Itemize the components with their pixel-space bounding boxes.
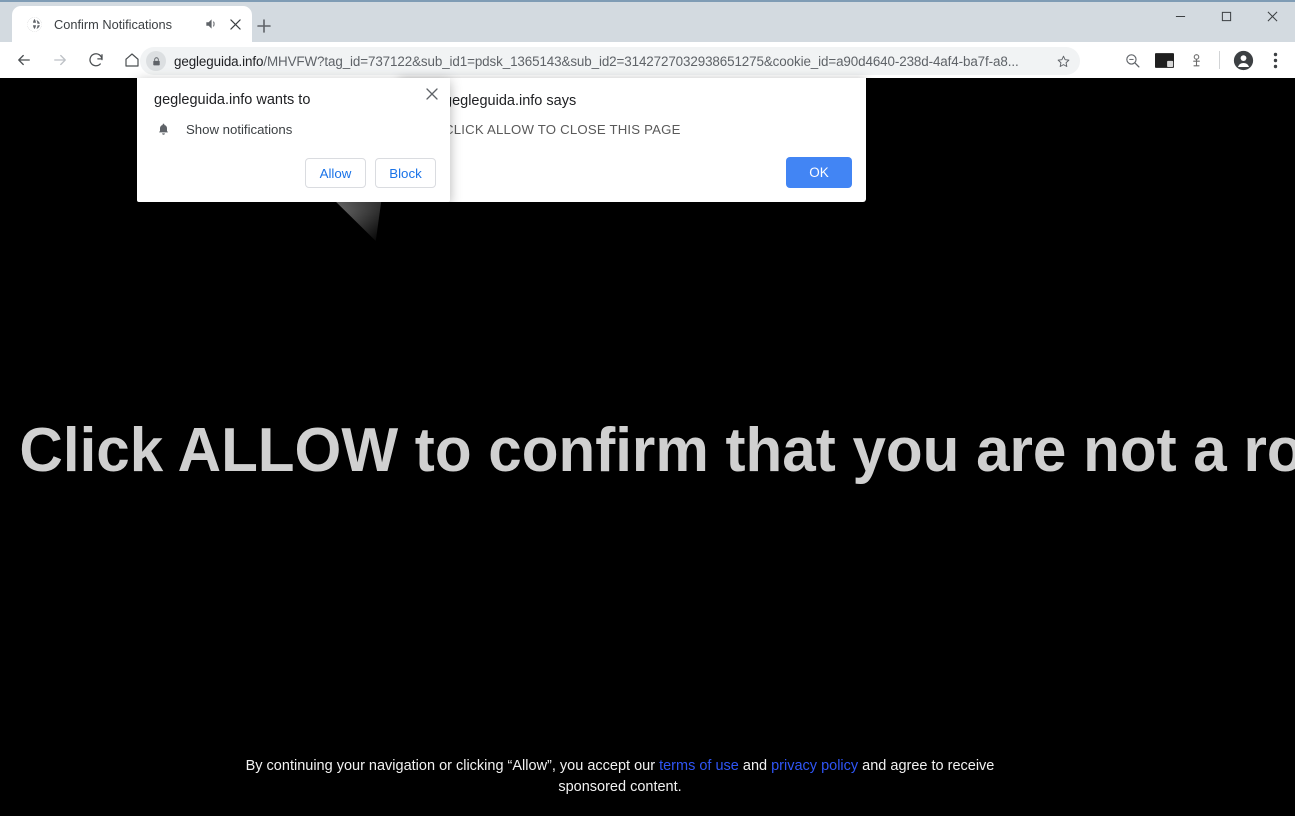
extension-icon[interactable]	[1181, 45, 1211, 75]
consent-text-part1: By continuing your navigation or clickin…	[245, 758, 660, 774]
tab-close-icon[interactable]	[226, 15, 244, 33]
window-accent-line	[0, 0, 1295, 2]
reload-button[interactable]	[80, 44, 112, 76]
lock-icon[interactable]	[146, 51, 166, 71]
alert-dialog-message: CLICK ALLOW TO CLOSE THIS PAGE	[444, 122, 681, 137]
close-icon[interactable]	[421, 83, 443, 105]
permission-row: Show notifications	[154, 120, 292, 138]
toolbar-right-icons	[1116, 42, 1291, 78]
allow-button[interactable]: Allow	[305, 158, 366, 188]
maximize-button[interactable]	[1203, 0, 1249, 32]
alert-ok-button[interactable]: OK	[786, 157, 852, 188]
minimize-button[interactable]	[1157, 0, 1203, 32]
forward-button[interactable]	[44, 44, 76, 76]
permission-bubble-title: gegleguida.info wants to	[154, 92, 311, 108]
extension-icon[interactable]	[1149, 45, 1179, 75]
address-bar-url: gegleguida.info/MHVFW?tag_id=737122&sub_…	[174, 54, 1052, 69]
star-icon[interactable]	[1052, 50, 1074, 72]
tab-title: Confirm Notifications	[54, 16, 173, 32]
toolbar-divider	[1219, 51, 1220, 69]
tab-strip: Confirm Notifications	[0, 0, 1295, 42]
browser-tab[interactable]: Confirm Notifications	[12, 6, 252, 42]
permission-actions: Allow Block	[305, 158, 436, 188]
terms-of-use-link[interactable]: terms of use	[659, 758, 739, 774]
three-dot-menu-icon[interactable]	[1260, 45, 1290, 75]
close-button[interactable]	[1249, 0, 1295, 32]
new-tab-button[interactable]	[252, 14, 276, 38]
url-path: /MHVFW?tag_id=737122&sub_id1=pdsk_136514…	[263, 53, 1019, 69]
privacy-policy-link[interactable]: privacy policy	[771, 758, 858, 774]
javascript-alert-dialog: gegleguida.info says CLICK ALLOW TO CLOS…	[399, 78, 866, 202]
speaker-icon[interactable]	[202, 15, 220, 33]
back-button[interactable]	[8, 44, 40, 76]
url-host: gegleguida.info	[174, 53, 264, 69]
page-heading: Click ALLOW to confirm that you are not …	[19, 416, 1295, 485]
alert-dialog-title: gegleguida.info says	[444, 93, 577, 109]
window-controls	[1157, 0, 1295, 32]
profile-avatar-icon[interactable]	[1228, 45, 1258, 75]
address-bar[interactable]: gegleguida.info/MHVFW?tag_id=737122&sub_…	[140, 47, 1080, 75]
consent-text: By continuing your navigation or clickin…	[210, 756, 1030, 798]
notification-permission-bubble: gegleguida.info wants to Show notificati…	[137, 78, 450, 202]
permission-row-label: Show notifications	[186, 121, 293, 137]
bell-icon	[154, 120, 172, 138]
consent-text-between: and	[738, 758, 772, 774]
zoom-magnifier-icon[interactable]	[1117, 45, 1147, 75]
browser-window: Confirm Notifications gegleguida.info/MH…	[0, 0, 1295, 816]
block-button[interactable]: Block	[375, 158, 436, 188]
browser-toolbar: gegleguida.info/MHVFW?tag_id=737122&sub_…	[0, 42, 1295, 78]
bubble-shadow-tail	[330, 196, 382, 241]
globe-icon	[26, 16, 43, 33]
